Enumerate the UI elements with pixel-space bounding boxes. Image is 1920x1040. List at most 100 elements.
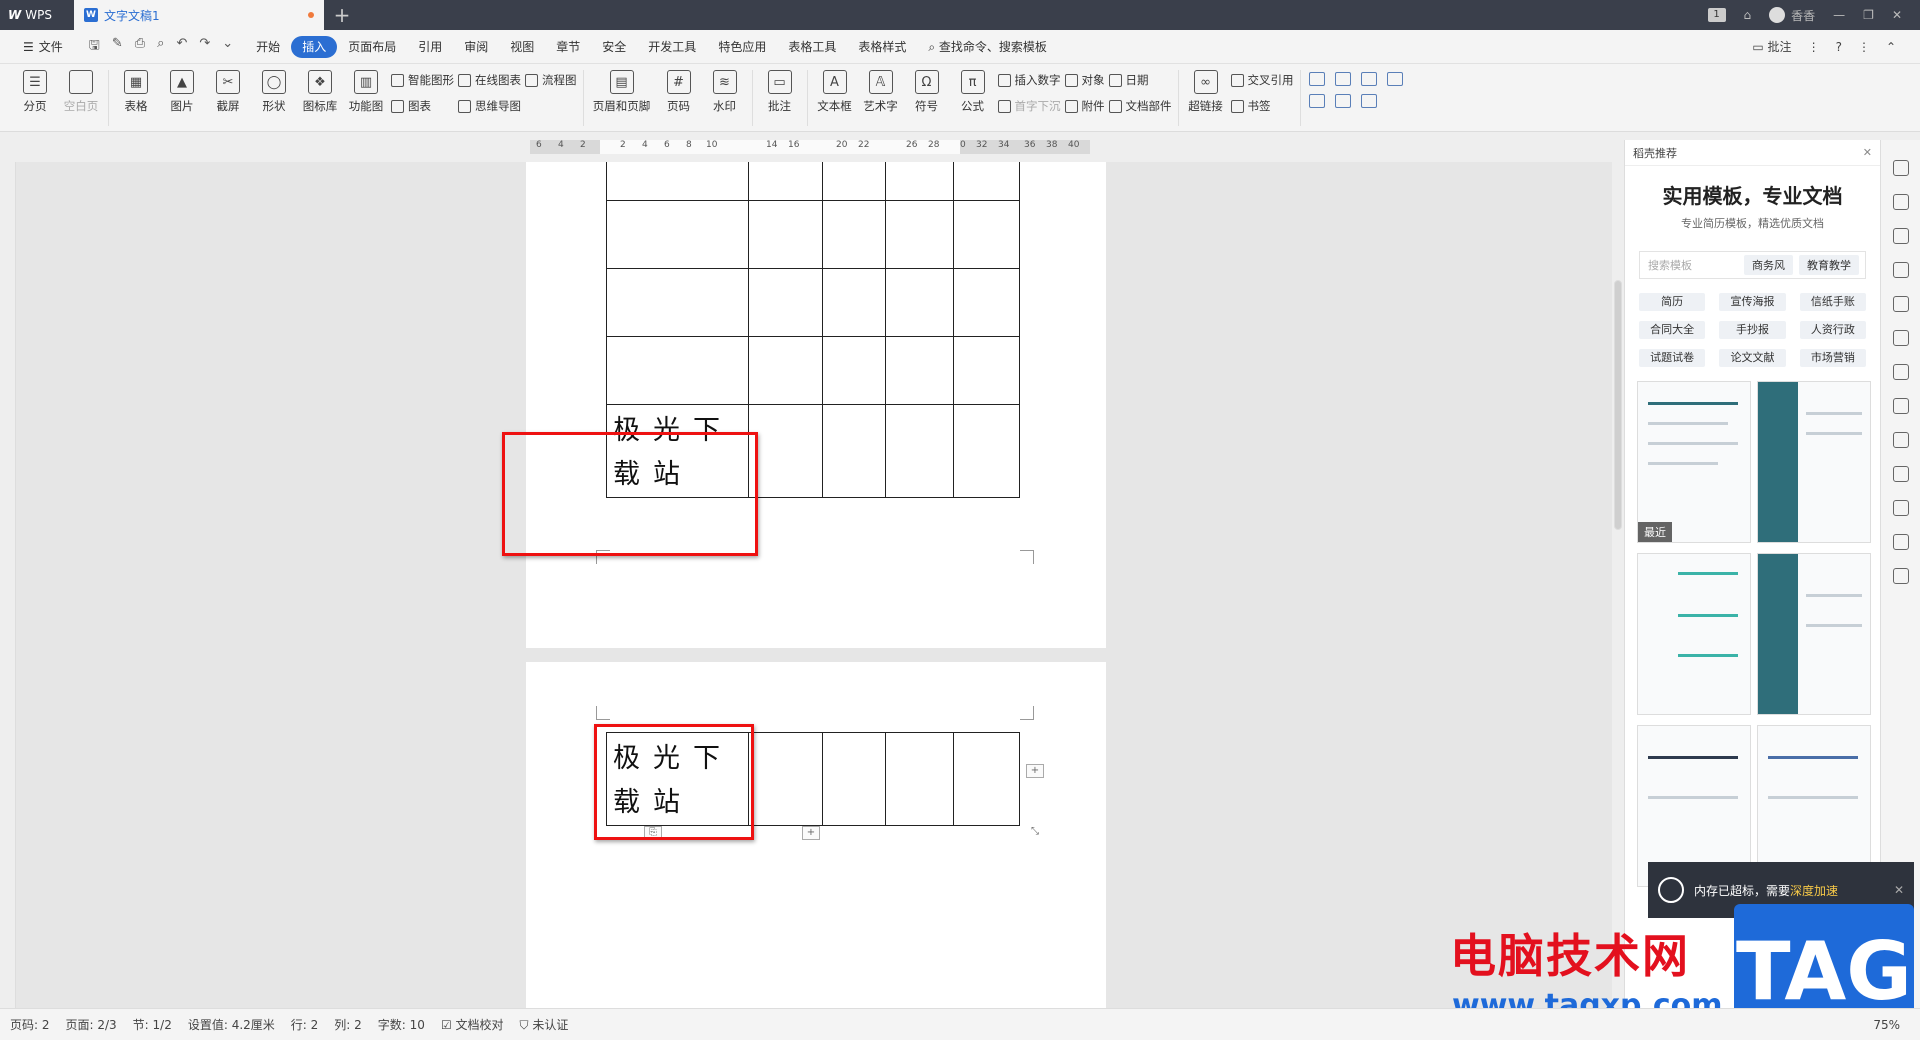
table-cell[interactable] (953, 162, 1020, 201)
tag-hr-admin[interactable]: 人资行政 (1799, 321, 1866, 339)
horizontal-ruler[interactable]: 6 4 2 2 4 6 8 10 14 16 20 22 26 28 0 32 … (530, 140, 1090, 154)
vertical-scrollbar[interactable] (1612, 140, 1624, 1008)
status-word-count[interactable]: 字数: 10 (378, 1016, 425, 1033)
window-count-badge[interactable]: 1 (1707, 8, 1726, 22)
layout-option-icon[interactable] (1386, 72, 1403, 86)
history-icon[interactable] (1892, 534, 1909, 550)
table-cell[interactable] (747, 268, 823, 337)
status-pages[interactable]: 页面: 2/3 (66, 1016, 117, 1033)
document-tab[interactable]: W 文字文稿1 (74, 0, 324, 30)
archive-icon[interactable] (1892, 432, 1909, 448)
chevron-down-icon[interactable]: ⌄ (222, 36, 233, 58)
shapes-icon[interactable] (1892, 228, 1909, 244)
tag-newsletter[interactable]: 手抄报 (1719, 321, 1786, 339)
layout-option-icon[interactable] (1308, 72, 1325, 86)
side-panel-header-label[interactable]: 稻壳推荐 (1633, 145, 1677, 161)
table-cell[interactable] (821, 404, 887, 498)
vertical-ruler[interactable] (0, 162, 16, 1008)
layout-option-icon[interactable] (1308, 94, 1325, 108)
edit-icon[interactable] (1892, 160, 1909, 176)
table-cell[interactable] (953, 336, 1020, 405)
user-account[interactable]: 香香 (1769, 7, 1815, 24)
tab-security[interactable]: 安全 (591, 36, 637, 58)
flowchart-button[interactable]: 流程图 (525, 72, 577, 88)
save-icon[interactable]: 🖫 (89, 36, 100, 58)
dropcap-button[interactable]: 首字下沉 (997, 98, 1061, 114)
redo-icon[interactable]: ↷ (199, 36, 210, 58)
chip-education[interactable]: 教育教学 (1799, 255, 1859, 275)
icon-library-button[interactable]: ❖ 图标库 (299, 70, 341, 114)
screenshot-button[interactable]: ✂ 截屏 (207, 70, 249, 114)
comment-button[interactable]: ▭ 批注 (1752, 38, 1791, 55)
table-cell[interactable] (885, 404, 955, 498)
shape-button[interactable]: ◯ 形状 (253, 70, 295, 114)
scrollbar-thumb[interactable] (1614, 280, 1622, 530)
fill-icon[interactable] (1892, 262, 1909, 278)
object-button[interactable]: 对象 (1064, 72, 1105, 88)
table-cell[interactable] (885, 162, 955, 201)
format-painter-icon[interactable]: ✎ (112, 36, 123, 58)
new-tab-button[interactable]: + (324, 0, 360, 30)
close-icon[interactable]: ✕ (1892, 8, 1902, 22)
help-icon[interactable]: ? (1836, 40, 1842, 54)
add-column-button[interactable]: + (1026, 764, 1044, 778)
blank-page-button[interactable]: 空白页 (60, 70, 102, 114)
tab-home[interactable]: 开始 (245, 36, 291, 58)
table-button[interactable]: ▦ 表格 (115, 70, 157, 114)
doc-parts-button[interactable]: 文档部件 (1108, 98, 1172, 114)
page-1[interactable]: 极光下载站 (526, 162, 1106, 648)
cross-reference-button[interactable]: 交叉引用 (1230, 72, 1294, 88)
tab-developer[interactable]: 开发工具 (637, 36, 707, 58)
tab-page-layout[interactable]: 页面布局 (337, 36, 407, 58)
layout-option-icon[interactable] (1334, 94, 1351, 108)
tab-review[interactable]: 审阅 (453, 36, 499, 58)
tab-table-style[interactable]: 表格样式 (847, 36, 917, 58)
table-icon[interactable] (1892, 296, 1909, 312)
layout-option-icon[interactable] (1360, 94, 1377, 108)
zoom-level[interactable]: 75% (1873, 1018, 1920, 1032)
tag-poster[interactable]: 宣传海报 (1719, 293, 1786, 311)
wordart-button[interactable]: 𝔸 艺术字 (860, 70, 902, 114)
table-cell[interactable] (953, 404, 1020, 498)
template-search-input[interactable]: 搜索模板 (1640, 257, 1744, 273)
bookmark-button[interactable]: 书签 (1230, 98, 1294, 114)
tag-resume[interactable]: 简历 (1639, 293, 1706, 311)
wps-home-tab[interactable]: W WPS (0, 0, 74, 30)
review-icon[interactable] (1892, 364, 1909, 380)
tag-papers[interactable]: 论文文献 (1719, 349, 1786, 367)
status-section[interactable]: 节: 1/2 (133, 1016, 172, 1033)
textbox-button[interactable]: A 文本框 (814, 70, 856, 114)
translate-icon[interactable] (1892, 398, 1909, 414)
symbol-button[interactable]: Ω 符号 (906, 70, 948, 114)
insert-comment-button[interactable]: ▭ 批注 (759, 70, 801, 114)
template-icon[interactable] (1892, 500, 1909, 516)
tag-marketing[interactable]: 市场营销 (1799, 349, 1866, 367)
table-cell[interactable] (821, 162, 887, 201)
template-thumbnail[interactable] (1757, 381, 1871, 543)
template-thumbnail[interactable] (1757, 553, 1871, 715)
tag-contracts[interactable]: 合同大全 (1639, 321, 1706, 339)
page-break-button[interactable]: ☰ 分页 (14, 70, 56, 114)
table-cell[interactable] (606, 200, 749, 269)
tab-special-apps[interactable]: 特色应用 (707, 36, 777, 58)
function-chart-button[interactable]: ▥ 功能图 (345, 70, 387, 114)
backup-icon[interactable] (1892, 568, 1909, 584)
proofread-button[interactable]: ☑ 文档校对 (441, 1016, 504, 1033)
online-chart-button[interactable]: 在线图表 (458, 72, 521, 88)
table-cell[interactable] (747, 200, 823, 269)
more-options-icon[interactable]: ⋮ (1858, 40, 1870, 54)
layout-option-icon[interactable] (1360, 72, 1377, 86)
table-cell[interactable] (606, 162, 749, 201)
insert-number-button[interactable]: 插入数字 (997, 72, 1061, 88)
hyperlink-button[interactable]: ∞ 超链接 (1185, 70, 1227, 114)
more-icon[interactable]: ⋮ (1808, 40, 1820, 54)
tag-exams[interactable]: 试题试卷 (1639, 349, 1706, 367)
header-footer-button[interactable]: ▤ 页眉和页脚 (590, 70, 654, 114)
table-cell[interactable] (885, 336, 955, 405)
template-thumbnail[interactable]: 最近 (1637, 381, 1751, 543)
status-setting-value[interactable]: 设置值: 4.2厘米 (188, 1016, 275, 1033)
image-icon[interactable] (1892, 466, 1909, 482)
chip-business[interactable]: 商务风 (1744, 255, 1793, 275)
table-cell[interactable] (885, 732, 955, 826)
table-cell[interactable] (606, 336, 749, 405)
